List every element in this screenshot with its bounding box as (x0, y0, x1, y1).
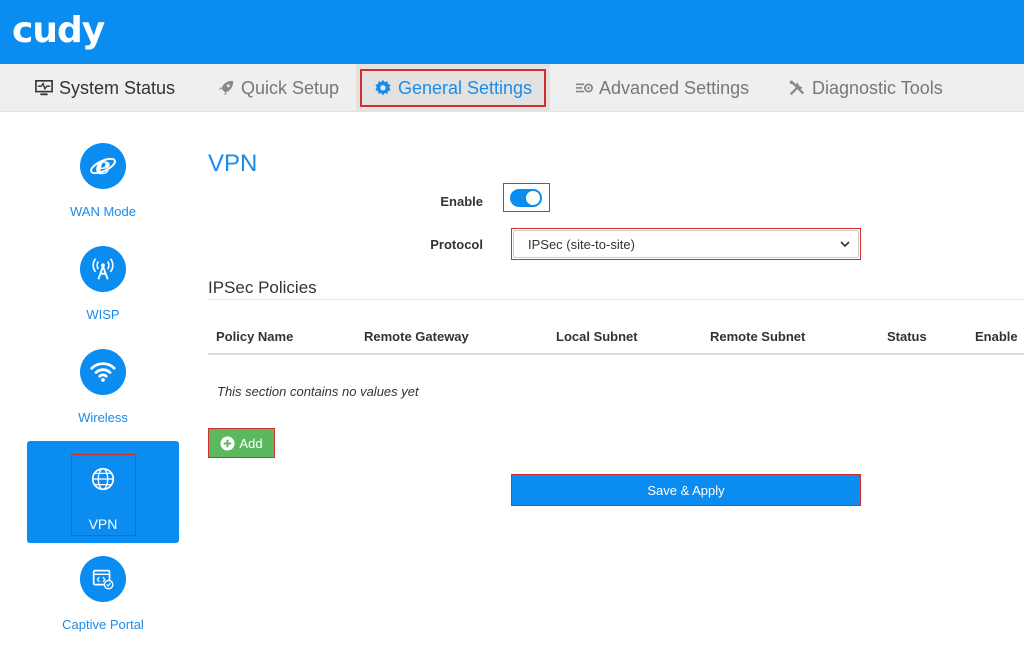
col-remote-subnet: Remote Subnet (710, 329, 806, 344)
monitor-pulse-icon (35, 79, 53, 96)
sliders-gear-icon (575, 83, 593, 93)
antenna-icon (80, 246, 126, 292)
section-divider (208, 299, 1024, 300)
top-bar: cudy (0, 0, 1024, 64)
protocol-select-highlight: IPSec (site-to-site) (511, 228, 861, 260)
add-label: Add (239, 435, 263, 451)
tab-system-status[interactable]: System Status (35, 64, 175, 112)
sidebar-item-vpn[interactable]: VPN (27, 441, 179, 543)
col-enable: Enable (975, 329, 1018, 344)
page-title: VPN (208, 150, 258, 177)
protocol-label: Protocol (430, 237, 483, 252)
portal-icon (80, 556, 126, 602)
save-apply-button[interactable]: Save & Apply (511, 474, 861, 506)
tools-icon (789, 80, 805, 96)
save-apply-label: Save & Apply (647, 482, 725, 498)
tab-label: Quick Setup (241, 77, 340, 98)
svg-text:e: e (95, 151, 110, 180)
empty-table-message: This section contains no values yet (217, 384, 419, 399)
tab-advanced-settings[interactable]: Advanced Settings (575, 64, 749, 112)
add-button[interactable]: Add (208, 428, 275, 458)
protocol-select[interactable]: IPSec (site-to-site) (513, 230, 859, 258)
internet-explorer-icon: e (80, 143, 126, 189)
sidebar-item-label: Captive Portal (62, 617, 144, 632)
tab-label: Diagnostic Tools (812, 77, 943, 98)
tab-label: General Settings (397, 77, 533, 98)
gear-icon (375, 79, 391, 96)
sidebar-item-wan-mode[interactable]: e WAN Mode (27, 140, 179, 242)
tab-label: System Status (59, 77, 176, 98)
sidebar-item-label: WISP (86, 307, 120, 322)
table-header-divider (208, 353, 1024, 355)
chevron-down-icon (840, 241, 850, 248)
sidebar-item-wireless[interactable]: Wireless (27, 346, 179, 448)
toggle-knob (526, 191, 540, 205)
rocket-icon (218, 80, 234, 96)
enable-toggle-highlight (503, 183, 550, 212)
globe-icon (80, 456, 126, 502)
tab-quick-setup[interactable]: Quick Setup (217, 64, 339, 112)
enable-toggle[interactable] (510, 189, 542, 207)
general-settings-highlight: General Settings (359, 69, 547, 107)
sidebar-item-wisp[interactable]: WISP (27, 243, 179, 345)
tab-diagnostic-tools[interactable]: Diagnostic Tools (788, 64, 943, 112)
tab-general-settings[interactable]: General Settings (356, 64, 550, 112)
sidebar-item-captive-portal[interactable]: Captive Portal (27, 553, 179, 655)
main-nav: System Status Quick Setup General Settin… (0, 64, 1024, 112)
col-policy-name: Policy Name (216, 329, 294, 344)
col-remote-gateway: Remote Gateway (364, 329, 469, 344)
tab-label: Advanced Settings (599, 77, 750, 98)
col-local-subnet: Local Subnet (556, 329, 638, 344)
col-status: Status (887, 329, 927, 344)
section-title: IPSec Policies (208, 278, 317, 297)
cudy-logo: cudy (12, 10, 105, 51)
sidebar-item-label: VPN (88, 516, 118, 532)
protocol-value: IPSec (site-to-site) (528, 236, 635, 252)
enable-label: Enable (440, 194, 483, 209)
plus-circle-icon (220, 435, 235, 451)
sidebar-item-label: Wireless (78, 410, 128, 425)
sidebar-item-label: WAN Mode (70, 204, 136, 219)
wifi-icon (80, 349, 126, 395)
